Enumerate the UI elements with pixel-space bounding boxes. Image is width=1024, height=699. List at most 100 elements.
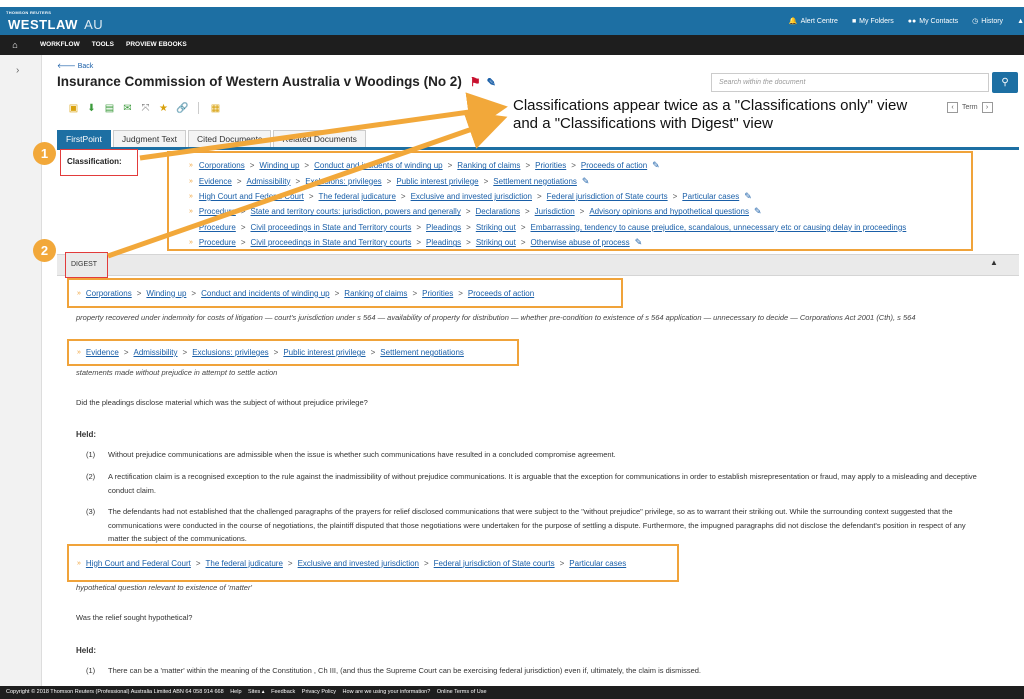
annotate-icon[interactable]: ✎	[635, 237, 643, 248]
tab-judgment-text[interactable]: Judgment Text	[112, 130, 187, 147]
tab-underline	[57, 147, 1019, 150]
expand-icon[interactable]: ⤧	[140, 103, 151, 114]
annotate-icon[interactable]: ✎	[754, 206, 762, 217]
classification-link[interactable]: Exclusive and invested jurisdiction	[298, 559, 419, 568]
nav-tools[interactable]: TOOLS	[92, 41, 114, 48]
classification-link[interactable]: The federal judicature	[206, 559, 283, 568]
flag-icon[interactable]: ⚑	[470, 75, 481, 89]
classification-link[interactable]: High Court and Federal Court	[86, 559, 191, 568]
back-link[interactable]: 🡐 Back	[57, 61, 93, 70]
classification-link[interactable]: High Court and Federal Court	[199, 192, 304, 201]
nav-workflow[interactable]: WORKFLOW	[40, 41, 80, 48]
classification-link[interactable]: Winding up	[146, 289, 186, 298]
my-folders-link[interactable]: ■ My Folders	[852, 17, 894, 25]
breadcrumb-separator: >	[334, 288, 340, 298]
classification-link[interactable]: Settlement negotiations	[380, 348, 464, 357]
classification-link[interactable]: Admissibility	[134, 348, 178, 357]
my-contacts-link[interactable]: ●● My Contacts	[908, 17, 958, 25]
collapse-caret-icon[interactable]: ▲	[990, 258, 998, 267]
classification-link[interactable]: Priorities	[535, 161, 566, 170]
classification-link[interactable]: Conduct and incidents of winding up	[314, 161, 443, 170]
classification-link[interactable]: Pleadings	[426, 238, 461, 247]
classification-link[interactable]: Exclusions: privileges	[192, 348, 268, 357]
annotate-icon[interactable]: ✎	[487, 77, 496, 89]
tab-related-documents[interactable]: Related Documents	[273, 130, 366, 147]
print-icon[interactable]: ▤	[104, 103, 115, 114]
email-icon[interactable]: ✉	[122, 103, 133, 114]
home-icon[interactable]: ⌂	[0, 35, 30, 55]
search-button[interactable]: ⚲	[992, 72, 1018, 93]
classification-link[interactable]: Embarrassing, tendency to cause prejudic…	[531, 223, 907, 232]
link-icon[interactable]: 🔗	[176, 103, 188, 114]
classification-link[interactable]: Otherwise abuse of process	[531, 238, 630, 247]
classification-link[interactable]: Procedure	[199, 223, 236, 232]
annotate-icon[interactable]: ✎	[744, 191, 752, 202]
classification-link[interactable]: Civil proceedings in State and Territory…	[251, 223, 412, 232]
nav-proview-ebooks[interactable]: PROVIEW EBOOKS	[126, 41, 187, 48]
breadcrumb-separator: >	[240, 238, 246, 248]
classification-link[interactable]: Exclusive and invested jurisdiction	[411, 192, 532, 201]
classification-link[interactable]: Winding up	[259, 161, 299, 170]
classification-link[interactable]: Public interest privilege	[283, 348, 365, 357]
brand-name: WESTLAW	[8, 17, 78, 32]
footer-link-terms[interactable]: Online Terms of Use	[437, 689, 487, 695]
classification-link[interactable]: The federal judicature	[319, 192, 396, 201]
classification-link[interactable]: Procedure	[199, 207, 236, 216]
classification-link[interactable]: Public interest privilege	[396, 177, 478, 186]
classification-link[interactable]: Pleadings	[426, 223, 461, 232]
classification-link[interactable]: Evidence	[86, 348, 119, 357]
annotate-icon[interactable]: ✎	[582, 176, 590, 187]
classification-link[interactable]: Civil proceedings in State and Territory…	[251, 238, 412, 247]
footer-link-sites[interactable]: Sites ▴	[248, 689, 265, 695]
back-label: Back	[77, 63, 94, 70]
classification-link[interactable]: Federal jurisdiction of State courts	[434, 559, 555, 568]
page-title: Insurance Commission of Western Australi…	[57, 74, 462, 89]
footer-link-help[interactable]: Help	[230, 689, 241, 695]
classification-link[interactable]: Settlement negotiations	[493, 177, 577, 186]
note-icon[interactable]: ▦	[210, 103, 221, 114]
footer-link-privacy[interactable]: Privacy Policy	[302, 689, 336, 695]
classification-link[interactable]: Proceeds of action	[581, 161, 647, 170]
header-links: 🔔 Alert Centre ■ My Folders ●● My Contacts …	[789, 17, 1024, 26]
breadcrumb-separator: >	[416, 222, 421, 232]
classification-link[interactable]: Particular cases	[569, 559, 626, 568]
classification-link[interactable]: Corporations	[86, 289, 132, 298]
classification-link[interactable]: Declarations	[476, 207, 520, 216]
classification-link[interactable]: Striking out	[476, 223, 516, 232]
classification-link[interactable]: Striking out	[476, 238, 516, 247]
annotate-icon[interactable]: ✎	[652, 160, 660, 171]
digest-header[interactable]	[57, 254, 1019, 276]
alert-centre-link[interactable]: 🔔 Alert Centre	[789, 17, 838, 26]
classification-link[interactable]: Corporations	[199, 161, 245, 170]
item-number: (1)	[86, 666, 96, 675]
classification-link[interactable]: State and territory courts: jurisdiction…	[251, 207, 461, 216]
download-icon[interactable]: ⬇	[86, 103, 97, 114]
classification-link[interactable]: Exclusions: privileges	[305, 177, 381, 186]
folder-add-icon[interactable]: ▣	[68, 103, 79, 114]
tab-cited-documents[interactable]: Cited Documents	[188, 130, 272, 147]
classification-link[interactable]: Ranking of claims	[344, 289, 407, 298]
classification-link[interactable]: Evidence	[199, 177, 232, 186]
classification-link[interactable]: Advisory opinions and hypothetical quest…	[589, 207, 749, 216]
star-icon[interactable]: ★	[158, 103, 169, 114]
classification-link[interactable]: Admissibility	[247, 177, 291, 186]
classification-link[interactable]: Priorities	[422, 289, 453, 298]
classification-link[interactable]: Procedure	[199, 238, 236, 247]
footer-link-feedback[interactable]: Feedback	[271, 689, 295, 695]
footer-link-information[interactable]: How are we using your information?	[343, 689, 431, 695]
tab-firstpoint[interactable]: FirstPoint	[57, 130, 111, 147]
classification-link[interactable]: Conduct and incidents of winding up	[201, 289, 330, 298]
user-menu[interactable]: ▲	[1017, 17, 1024, 25]
classification-link[interactable]: Particular cases	[682, 192, 739, 201]
brand-logo[interactable]: WESTLAW AU	[8, 17, 103, 32]
digest-summary-1: property recovered under indemnity for c…	[76, 313, 916, 322]
search-input[interactable]: Search within the document	[711, 73, 989, 92]
classification-link[interactable]: Proceeds of action	[468, 289, 534, 298]
previous-term-button[interactable]: ‹	[947, 102, 958, 113]
chevron-right-icon[interactable]: ›	[16, 65, 19, 76]
history-link[interactable]: ◷ History	[972, 17, 1003, 26]
classification-link[interactable]: Jurisdiction	[535, 207, 575, 216]
classification-link[interactable]: Ranking of claims	[457, 161, 520, 170]
next-term-button[interactable]: ›	[981, 102, 993, 113]
classification-link[interactable]: Federal jurisdiction of State courts	[547, 192, 668, 201]
